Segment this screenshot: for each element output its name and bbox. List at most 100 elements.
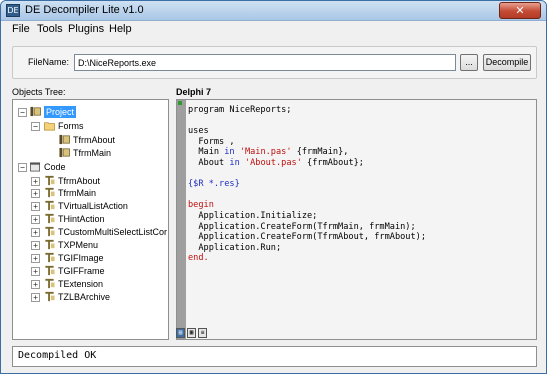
tree-node-form[interactable]: TfrmAbout xyxy=(16,134,166,146)
title-bar[interactable]: DE DE Decompiler Lite v1.0 ✕ xyxy=(1,1,546,21)
folder-icon xyxy=(44,122,55,131)
class-icon xyxy=(45,213,55,224)
browse-button[interactable]: ... xyxy=(460,54,478,71)
tree-node-class[interactable]: + TCustomMultiSelectListCor xyxy=(16,226,168,238)
code-line: program NiceReports; xyxy=(188,105,292,115)
expand-icon[interactable]: + xyxy=(31,293,40,302)
expand-icon[interactable]: + xyxy=(31,177,40,186)
tree-node-class[interactable]: + TfrmAbout xyxy=(16,175,166,187)
code-line: Application.Run; xyxy=(188,242,282,253)
expand-icon[interactable]: + xyxy=(31,189,40,198)
expand-icon[interactable]: + xyxy=(31,202,40,211)
tree-node-class[interactable]: + TXPMenu xyxy=(16,239,166,251)
tree-label-class: TExtension xyxy=(58,279,104,289)
source-code[interactable]: program NiceReports; uses Forms , Main i… xyxy=(188,105,426,264)
code-keyword: in xyxy=(229,157,240,168)
tree-label-class: TCustomMultiSelectListCor xyxy=(58,227,168,237)
tree-label-class: TfrmMain xyxy=(58,188,96,198)
code-keyword: begin xyxy=(188,200,214,211)
class-icon xyxy=(45,187,55,198)
tree-label-class: TXPMenu xyxy=(58,240,99,250)
code-keyword: end. xyxy=(188,253,209,264)
tree-node-code[interactable]: − Code xyxy=(16,161,166,173)
code-line: Application.CreateForm(TfrmAbout, frmAbo… xyxy=(188,232,426,243)
window-title: DE Decompiler Lite v1.0 xyxy=(25,4,144,16)
code-string: 'About.pas' xyxy=(244,157,302,168)
expand-icon[interactable]: + xyxy=(31,228,40,237)
code-line: Application.Initialize; xyxy=(188,210,318,221)
collapse-icon[interactable]: − xyxy=(18,163,27,172)
code-line: {frmAbout}; xyxy=(301,157,364,168)
tree-label-class: THintAction xyxy=(58,214,105,224)
menu-help[interactable]: Help xyxy=(109,23,132,35)
gutter-marker xyxy=(178,101,182,105)
tree-node-forms[interactable]: − Forms xyxy=(16,120,166,132)
tree-label-form: TfrmAbout xyxy=(73,135,116,145)
expand-icon[interactable]: + xyxy=(31,241,40,250)
tree-label-forms: Forms xyxy=(58,121,84,131)
tree-node-class[interactable]: + TGIFImage xyxy=(16,252,166,264)
code-icon xyxy=(30,162,40,172)
status-text: Decompiled OK xyxy=(18,350,97,361)
collapse-icon[interactable]: − xyxy=(31,122,40,131)
filename-label: FileName: xyxy=(28,57,70,67)
menu-plugins[interactable]: Plugins xyxy=(68,23,104,35)
tree-node-class[interactable]: + TGIFFrame xyxy=(16,265,166,277)
tree-label-class: TVirtualListAction xyxy=(58,201,128,211)
close-button[interactable]: ✕ xyxy=(499,2,541,19)
form-icon xyxy=(59,134,70,145)
class-icon xyxy=(45,239,55,250)
class-icon xyxy=(45,265,55,276)
code-line: Forms , xyxy=(188,136,235,147)
expand-icon[interactable]: + xyxy=(31,280,40,289)
expand-icon[interactable]: + xyxy=(31,267,40,276)
file-group: FileName: ... Decompile xyxy=(12,46,537,79)
code-line: uses xyxy=(188,126,209,137)
app-window: DE DE Decompiler Lite v1.0 ✕ File Tools … xyxy=(0,0,547,374)
menu-tools[interactable]: Tools xyxy=(37,23,63,35)
filename-input[interactable] xyxy=(74,54,456,71)
collapse-icon[interactable]: − xyxy=(18,108,27,117)
tree-node-project[interactable]: − Project xyxy=(16,106,166,118)
class-icon xyxy=(45,175,55,186)
class-icon xyxy=(45,278,55,289)
tree-node-class[interactable]: + TVirtualListAction xyxy=(16,200,166,212)
menu-file[interactable]: File xyxy=(12,23,30,35)
objects-tree-label: Objects Tree: xyxy=(12,87,66,97)
expand-icon[interactable]: + xyxy=(31,215,40,224)
form-icon xyxy=(59,147,70,158)
menu-bar: File Tools Plugins Help xyxy=(1,21,546,38)
status-bar: Decompiled OK xyxy=(12,346,537,367)
code-line: {frmMain}, xyxy=(291,147,349,158)
class-icon xyxy=(45,291,55,302)
language-label: Delphi 7 xyxy=(176,87,212,97)
tree-node-class[interactable]: + TZLBArchive xyxy=(16,291,166,303)
tree-label-class: TZLBArchive xyxy=(58,292,111,302)
decompile-button[interactable]: Decompile xyxy=(483,54,531,71)
objects-tree[interactable]: − Project − Forms TfrmAbout TfrmMain − C… xyxy=(12,99,169,340)
code-line: About xyxy=(188,157,230,168)
tree-node-form[interactable]: TfrmMain xyxy=(16,147,166,159)
tree-node-class[interactable]: + TfrmMain xyxy=(16,187,166,199)
code-view-icon[interactable]: ▤ xyxy=(176,328,185,338)
form-view-icon[interactable]: ▦ xyxy=(187,328,196,338)
tree-node-class[interactable]: + TExtension xyxy=(16,278,166,290)
tree-label-class: TfrmAbout xyxy=(58,176,101,186)
tree-label-class: TGIFFrame xyxy=(58,266,105,276)
code-keyword: in xyxy=(224,147,235,158)
code-editor[interactable]: program NiceReports; uses Forms , Main i… xyxy=(176,99,537,340)
class-icon xyxy=(45,226,55,237)
code-string: 'Main.pas' xyxy=(239,147,292,158)
list-view-icon[interactable]: ≡ xyxy=(198,328,207,338)
tree-label-form: TfrmMain xyxy=(73,148,111,158)
expand-icon[interactable]: + xyxy=(31,254,40,263)
tree-label-project: Project xyxy=(44,106,77,118)
tree-node-class[interactable]: + THintAction xyxy=(16,213,166,225)
tree-label-code: Code xyxy=(44,162,66,172)
code-line: Application.CreateForm(TfrmMain, frmMain… xyxy=(188,221,416,232)
class-icon xyxy=(45,200,55,211)
app-icon: DE xyxy=(6,4,20,17)
project-icon xyxy=(30,106,41,117)
code-line: Main xyxy=(188,147,225,158)
code-directive: {$R *.res} xyxy=(188,179,240,190)
